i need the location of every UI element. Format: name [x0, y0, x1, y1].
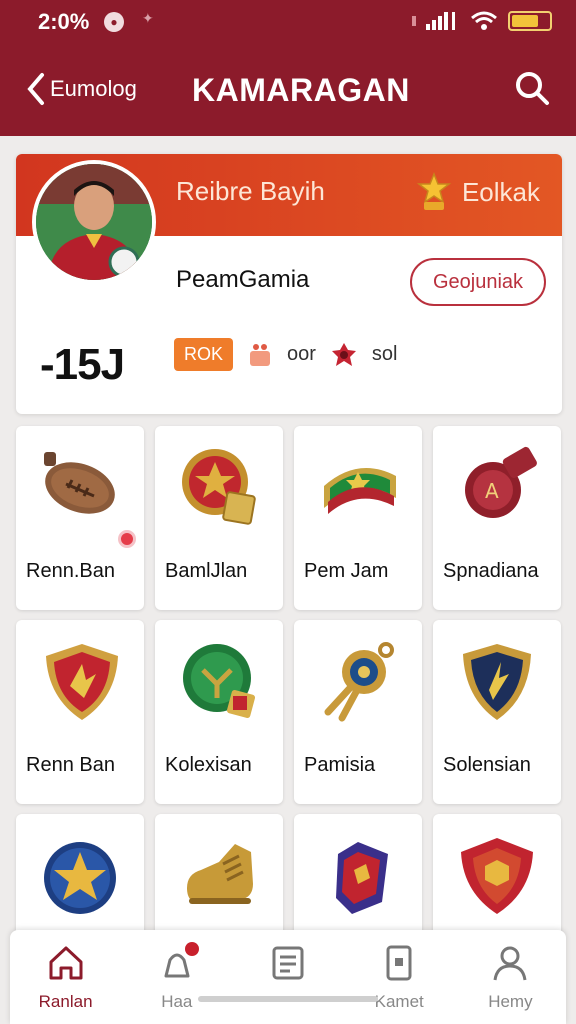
player-avatar-image: [36, 164, 152, 280]
item-tile[interactable]: Kolexisan: [155, 620, 283, 804]
home-icon: [49, 946, 83, 980]
nav-item-card[interactable]: Kamet: [344, 930, 455, 1024]
nav-label: Hemy: [488, 992, 533, 1011]
crest-icon: [463, 644, 531, 720]
card-icon: [386, 945, 412, 981]
boot-icon: [187, 844, 253, 904]
nav-label: Haa: [161, 992, 193, 1011]
wristband-icon: [324, 468, 396, 514]
medal-icon: [331, 342, 356, 366]
jersey-icon: [336, 842, 388, 914]
page-title: KAMARAGAN: [192, 72, 410, 108]
stat-value: sol: [371, 343, 398, 365]
notification-small-icon: ✦: [142, 10, 154, 26]
item-tile[interactable]: Pem Jam: [294, 426, 422, 610]
status-time: 2:0%: [38, 9, 90, 34]
nav-item-notifications[interactable]: Haa: [121, 930, 232, 1024]
avatar[interactable]: [32, 160, 156, 284]
stats-row: ROK oor sol: [174, 338, 398, 371]
badge[interactable]: Eolkak: [416, 172, 540, 212]
profile-icon: [493, 946, 527, 981]
badge-icon: [461, 838, 533, 914]
item-tile[interactable]: Solensian: [433, 620, 561, 804]
banner-text: Reibre Bayih: [176, 176, 325, 206]
nav-badge-dot: [185, 942, 200, 956]
profile-card: Reibre Bayih Eolkak PeamGamia Geojuniak …: [16, 154, 562, 414]
item-tile[interactable]: Pamisia: [294, 620, 422, 804]
item-label: Pamisia: [304, 754, 376, 776]
list-icon: [272, 946, 304, 980]
wifi-icon: [471, 11, 497, 30]
chevron-left-icon: [27, 73, 44, 105]
search-icon: [516, 72, 549, 105]
status-icons: [410, 8, 552, 34]
star-coin-icon: [44, 842, 116, 914]
bottom-nav: Ranlan Haa Kamet Hemy: [10, 930, 566, 1024]
back-label: Eumolog: [50, 76, 137, 101]
username: PeamGamia: [176, 266, 310, 293]
nav-label: Ranlan: [38, 992, 93, 1011]
nav-item-home[interactable]: Ranlan: [10, 930, 121, 1024]
whistle-icon: A: [465, 446, 537, 518]
search-button[interactable]: [514, 70, 550, 111]
notification-dot: [118, 530, 136, 548]
item-tile[interactable]: Renn Ban: [16, 620, 144, 804]
notification-icon: ●: [104, 12, 124, 32]
item-label: Renn Ban: [26, 754, 115, 776]
nav-label: Kamet: [374, 992, 424, 1011]
rugby-ball-icon: [44, 452, 115, 514]
follow-button[interactable]: Geojuniak: [410, 258, 546, 306]
nav-item-profile[interactable]: Hemy: [455, 930, 566, 1024]
item-label: Spnadiana: [443, 560, 539, 582]
item-tile[interactable]: BamlJlan: [155, 426, 283, 610]
battery-icon: [508, 11, 552, 31]
app-bar: Eumolog KAMARAGAN: [0, 44, 576, 136]
status-bar: 2:0% ● ✦: [0, 0, 576, 44]
score-value: -15J: [40, 340, 125, 389]
shield-icon: [46, 644, 118, 720]
stat-value: oor: [287, 343, 316, 365]
keychain-icon: [324, 642, 394, 722]
trophy-icon: [416, 172, 452, 210]
back-button[interactable]: Eumolog: [26, 72, 137, 106]
medal-icon: [182, 449, 256, 525]
item-tile[interactable]: Renn.Ban: [16, 426, 144, 610]
item-label: BamlJlan: [165, 560, 248, 582]
item-label: Solensian: [443, 754, 531, 776]
item-label: Kolexisan: [165, 754, 252, 776]
signal-icon: [412, 12, 455, 30]
svg-text:A: A: [485, 479, 499, 503]
gift-icon: [250, 343, 271, 366]
badge-label: Eolkak: [461, 176, 540, 207]
home-indicator[interactable]: [198, 996, 378, 1002]
item-grid: Renn.Ban BamlJlan Pem Jam A Spnadiana Re…: [16, 426, 562, 998]
emblem-icon: [183, 644, 256, 719]
rank-tag: ROK: [174, 338, 234, 371]
item-tile[interactable]: A Spnadiana: [433, 426, 561, 610]
nav-item-list[interactable]: [232, 930, 343, 1024]
item-label: Pem Jam: [304, 560, 389, 582]
item-label: Renn.Ban: [26, 560, 115, 582]
